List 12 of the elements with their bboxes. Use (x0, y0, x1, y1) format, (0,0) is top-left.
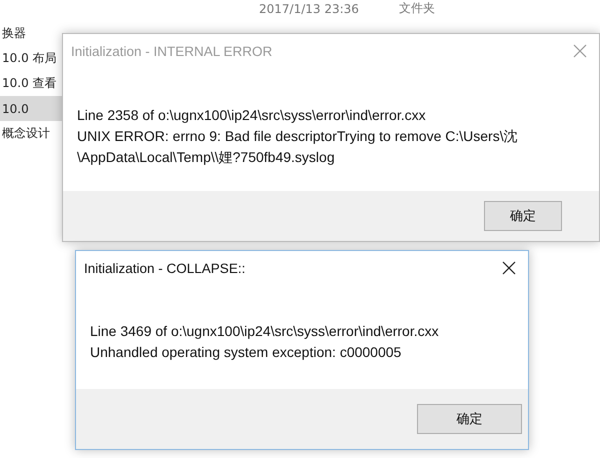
error-message-line: Line 2358 of o:\ugnx100\ip24\src\syss\error\ind\error.cxx (77, 106, 427, 125)
error-message-line: UNIX ERROR: errno 9: Bad file descriptorTrying to remove C:\Users\沈 (77, 127, 519, 146)
error-message-line: Unhandled operating system exception: c0000005 (90, 343, 402, 362)
dialog-title: Initialization - INTERNAL ERROR (71, 44, 272, 58)
error-message-line: \AppData\Local\Temp\\娌?750fb49.syslog (77, 148, 336, 167)
file-type: 文件夹 (399, 0, 435, 17)
close-icon[interactable] (502, 261, 516, 275)
error-message-line: Line 3469 of o:\ugnx100\ip24\src\syss\error\ind\error.cxx (90, 322, 440, 341)
file-date: 2017/1/13 23:36 (259, 2, 360, 16)
ok-button[interactable]: 确定 (484, 201, 562, 231)
dialog-title: Initialization - COLLAPSE:: (84, 260, 246, 276)
ok-button[interactable]: 确定 (417, 404, 522, 434)
